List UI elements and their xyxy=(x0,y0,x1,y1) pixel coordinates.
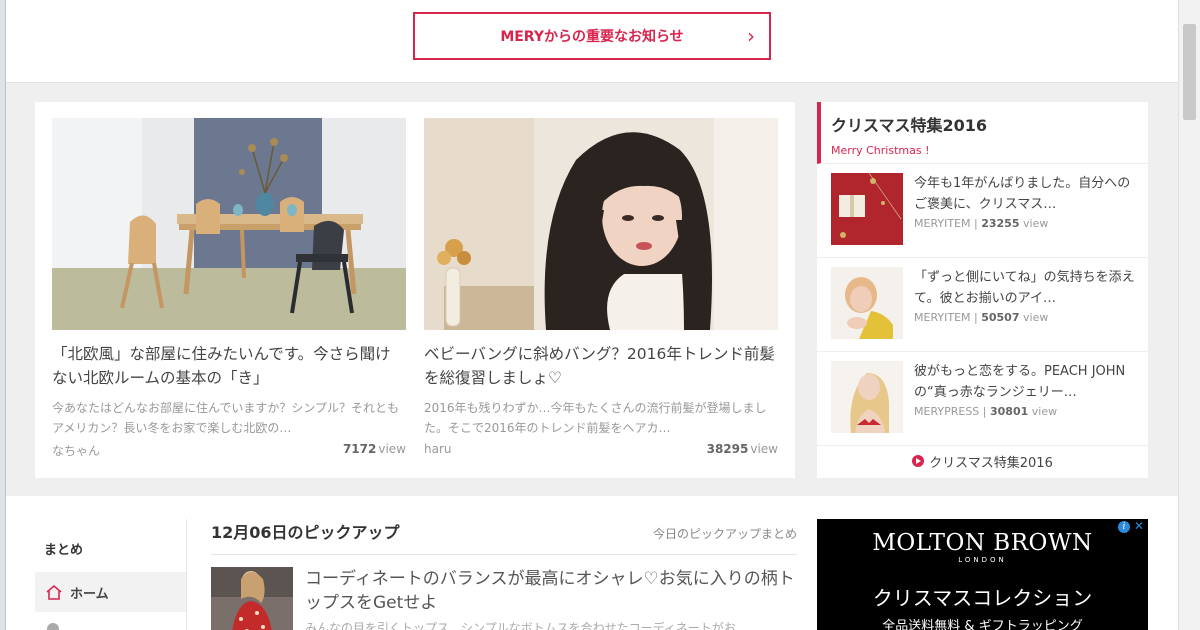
home-icon xyxy=(46,584,62,600)
ad-brand: MOLTON BROWN xyxy=(872,530,1093,556)
view-count: 38295 view xyxy=(707,442,778,456)
advertisement[interactable]: i ✕ MOLTON BROWN LONDON クリスマスコレクション 全品送料… xyxy=(817,519,1148,630)
article-title[interactable]: 「北欧風」な部屋に住みたいんです。今さら聞けない北欧ルームの基本の「き」 xyxy=(52,342,406,390)
christmas-list-item[interactable]: 今年も1年がんばりました。自分へのご褒美に、クリスマス… MERYITEM | … xyxy=(817,164,1148,258)
view-count: 7172 view xyxy=(343,442,406,459)
christmas-item-title[interactable]: 彼がもっと恋をする。PEACH JOHNの“真っ赤なランジェリー… xyxy=(914,361,1139,403)
item-source: MERYITEM xyxy=(914,217,971,230)
article-card[interactable]: ベビーバングに斜めバング？2016年トレンド前髪を総復習しましょ♡ 2016年も… xyxy=(424,118,778,456)
author-name[interactable]: haru xyxy=(424,442,452,456)
christmas-item-title[interactable]: 今年も1年がんばりました。自分へのご褒美に、クリスマス… xyxy=(914,173,1139,215)
christmas-item-title[interactable]: 「ずっと側にいてね」の気持ちを添えて。彼とお揃いのアイ… xyxy=(914,267,1139,309)
bangs-hairstyle-photo[interactable] xyxy=(424,118,778,330)
gift-box-photo[interactable] xyxy=(831,173,903,245)
scandinavian-room-photo[interactable] xyxy=(52,118,406,330)
vertical-scrollbar[interactable] xyxy=(1178,0,1200,630)
view-unit: view xyxy=(1031,405,1058,418)
pickup-header: 12月06日のピックアップ 今日のピックアップまとめ xyxy=(211,519,797,555)
view-number: 50507 xyxy=(981,311,1020,324)
article-meta: haru 38295 view xyxy=(424,442,778,456)
view-unit: view xyxy=(378,442,406,456)
christmas-list-item[interactable]: 「ずっと側にいてね」の気持ちを添えて。彼とお揃いのアイ… MERYITEM | … xyxy=(817,258,1148,352)
christmas-item-meta: MERYITEM | 23255 view xyxy=(914,217,1049,230)
christmas-link-label: クリスマス特集2016 xyxy=(929,455,1053,471)
view-unit: view xyxy=(1023,311,1049,324)
article-excerpt: 2016年も残りわずか…今年もたくさんの流行前髪が登場しました。そこで2016年… xyxy=(424,401,767,435)
view-number: 23255 xyxy=(981,217,1020,230)
side-nav-next-icon[interactable] xyxy=(47,623,59,630)
pickup-item-excerpt: みんなの目を引くトップス シンプルなボトムスを合わせたコーディネートがお xyxy=(305,621,736,630)
side-nav-heading: まとめ xyxy=(44,543,84,558)
christmas-item-body: 「ずっと側にいてね」の気持ちを添えて。彼とお揃いのアイ… MERYITEM | … xyxy=(914,267,1139,351)
ad-subline: 全品送料無料 & ギフトラッピング xyxy=(882,619,1083,630)
ad-brand-city: LONDON xyxy=(958,556,1007,564)
pickup-more-link[interactable]: 今日のピックアップまとめ xyxy=(653,525,797,542)
pickup-list-item[interactable]: コーディネートのバランスが最高にオシャレ♡お気に入りの柄トップスをGetせよ み… xyxy=(211,567,797,630)
christmas-list-item[interactable]: 彼がもっと恋をする。PEACH JOHNの“真っ赤なランジェリー… MERYPR… xyxy=(817,352,1148,446)
christmas-header: クリスマス特集2016 Merry Christmas ! xyxy=(817,102,1148,164)
article-card[interactable]: 「北欧風」な部屋に住みたいんです。今さら聞けない北欧ルームの基本の「き」 今あな… xyxy=(52,118,406,459)
christmas-feature-link[interactable]: クリスマス特集2016 xyxy=(817,446,1148,476)
view-number: 7172 xyxy=(342,442,377,456)
fashion-pattern-top-photo[interactable] xyxy=(211,567,293,630)
view-unit: view xyxy=(1023,217,1049,230)
featured-articles: 「北欧風」な部屋に住みたいんです。今さら聞けない北欧ルームの基本の「き」 今あな… xyxy=(35,102,795,478)
article-excerpt: 今あなたはどんなお部屋に住んでいますか？シンプル？それともアメリカン？長い冬をお… xyxy=(52,401,400,435)
christmas-feature-panel: クリスマス特集2016 Merry Christmas ! 今年も1年がんばりま… xyxy=(817,102,1148,478)
christmas-item-meta: MERYPRESS | 30801 view xyxy=(914,405,1058,418)
scrollbar-thumb[interactable] xyxy=(1183,24,1196,120)
view-number: 30801 xyxy=(990,405,1029,418)
christmas-subtitle: Merry Christmas ! xyxy=(831,144,930,157)
christmas-title[interactable]: クリスマス特集2016 xyxy=(831,112,1148,136)
side-nav-item-home[interactable]: ホーム xyxy=(35,572,186,612)
christmas-item-meta: MERYITEM | 50507 view xyxy=(914,311,1049,324)
ad-headline: クリスマスコレクション xyxy=(872,586,1093,610)
side-navigation: まとめ ホーム xyxy=(35,519,187,630)
pickup-title: 12月06日のピックアップ xyxy=(211,523,400,542)
pickup-text: コーディネートのバランスが最高にオシャレ♡お気に入りの柄トップスをGetせよ み… xyxy=(305,567,797,630)
notice-label: MERYからの重要なお知らせ xyxy=(500,29,684,45)
item-source: MERYITEM xyxy=(914,311,971,324)
pickup-item-title[interactable]: コーディネートのバランスが最高にオシャレ♡お気に入りの柄トップスをGetせよ xyxy=(305,567,797,615)
chevron-right-icon: › xyxy=(747,24,755,48)
important-notice-button[interactable]: MERYからの重要なお知らせ › xyxy=(413,12,771,60)
play-circle-icon xyxy=(912,455,925,467)
girl-portrait-photo[interactable] xyxy=(831,267,903,339)
notice-bar: MERYからの重要なお知らせ › xyxy=(6,0,1178,83)
lingerie-model-photo[interactable] xyxy=(831,361,903,433)
view-number: 38295 xyxy=(706,442,749,456)
item-source: MERYPRESS xyxy=(914,405,980,418)
view-unit: view xyxy=(750,442,778,456)
side-nav-home-label: ホーム xyxy=(70,586,109,602)
author-name[interactable]: なちゃん xyxy=(52,442,100,459)
daily-pickup: 12月06日のピックアップ 今日のピックアップまとめ コーディネートのバランスが… xyxy=(211,519,797,630)
article-meta: なちゃん 7172 view xyxy=(52,442,406,459)
christmas-item-body: 今年も1年がんばりました。自分へのご褒美に、クリスマス… MERYITEM | … xyxy=(914,173,1139,257)
christmas-item-body: 彼がもっと恋をする。PEACH JOHNの“真っ赤なランジェリー… MERYPR… xyxy=(914,361,1139,445)
article-title[interactable]: ベビーバングに斜めバング？2016年トレンド前髪を総復習しましょ♡ xyxy=(424,342,778,390)
